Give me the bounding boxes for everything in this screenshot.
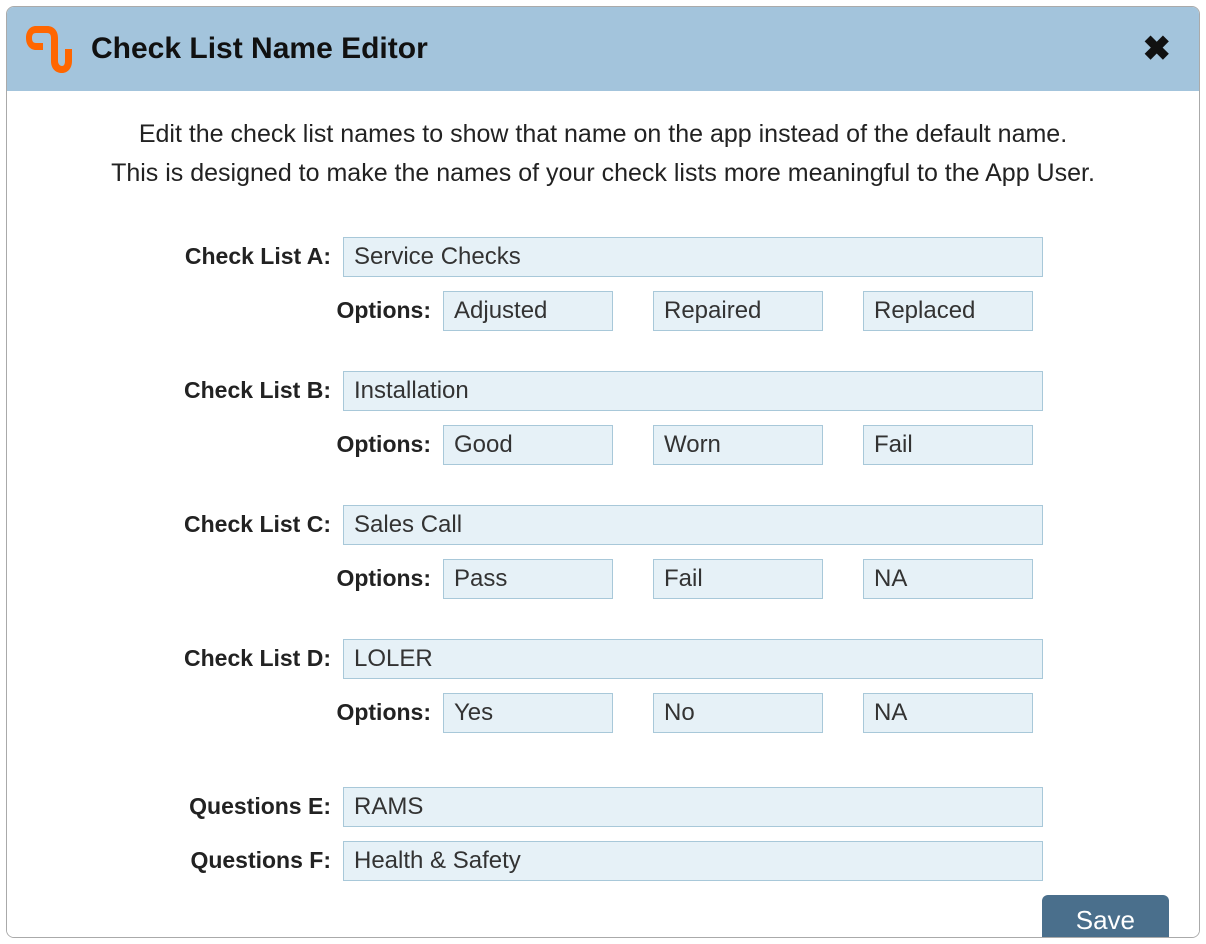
label-options-c: Options: bbox=[163, 565, 443, 592]
save-button[interactable]: Save bbox=[1042, 895, 1169, 939]
input-checklist-a-name[interactable] bbox=[343, 237, 1043, 277]
input-checklist-b-opt3[interactable] bbox=[863, 425, 1033, 465]
intro-text: Edit the check list names to show that n… bbox=[37, 115, 1169, 193]
input-checklist-d-name[interactable] bbox=[343, 639, 1043, 679]
dialog-footer: Save bbox=[37, 895, 1169, 939]
input-checklist-d-opt1[interactable] bbox=[443, 693, 613, 733]
label-options-a: Options: bbox=[163, 297, 443, 324]
input-checklist-c-opt3[interactable] bbox=[863, 559, 1033, 599]
checklist-form: Check List A: Options: Check List B: Opt… bbox=[163, 237, 1043, 895]
input-questions-e[interactable] bbox=[343, 787, 1043, 827]
intro-line-1: Edit the check list names to show that n… bbox=[139, 120, 1067, 148]
input-checklist-b-name[interactable] bbox=[343, 371, 1043, 411]
label-checklist-c: Check List C: bbox=[163, 511, 343, 538]
intro-line-2: This is designed to make the names of yo… bbox=[111, 159, 1095, 187]
titlebar: Check List Name Editor ✖ bbox=[7, 7, 1199, 91]
close-icon[interactable]: ✖ bbox=[1137, 28, 1178, 70]
label-questions-e: Questions E: bbox=[163, 793, 343, 820]
input-checklist-d-opt2[interactable] bbox=[653, 693, 823, 733]
input-checklist-a-opt3[interactable] bbox=[863, 291, 1033, 331]
dialog-title: Check List Name Editor bbox=[91, 32, 1137, 66]
input-checklist-a-opt2[interactable] bbox=[653, 291, 823, 331]
label-checklist-a: Check List A: bbox=[163, 243, 343, 270]
input-checklist-d-opt3[interactable] bbox=[863, 693, 1033, 733]
app-logo-icon bbox=[21, 21, 77, 77]
dialog-content: Edit the check list names to show that n… bbox=[7, 91, 1199, 938]
label-options-d: Options: bbox=[163, 699, 443, 726]
input-checklist-a-opt1[interactable] bbox=[443, 291, 613, 331]
input-checklist-b-opt1[interactable] bbox=[443, 425, 613, 465]
label-questions-f: Questions F: bbox=[163, 847, 343, 874]
input-questions-f[interactable] bbox=[343, 841, 1043, 881]
input-checklist-c-name[interactable] bbox=[343, 505, 1043, 545]
input-checklist-b-opt2[interactable] bbox=[653, 425, 823, 465]
dialog-editor: Check List Name Editor ✖ Edit the check … bbox=[6, 6, 1200, 938]
label-checklist-b: Check List B: bbox=[163, 377, 343, 404]
input-checklist-c-opt2[interactable] bbox=[653, 559, 823, 599]
input-checklist-c-opt1[interactable] bbox=[443, 559, 613, 599]
label-checklist-d: Check List D: bbox=[163, 645, 343, 672]
label-options-b: Options: bbox=[163, 431, 443, 458]
